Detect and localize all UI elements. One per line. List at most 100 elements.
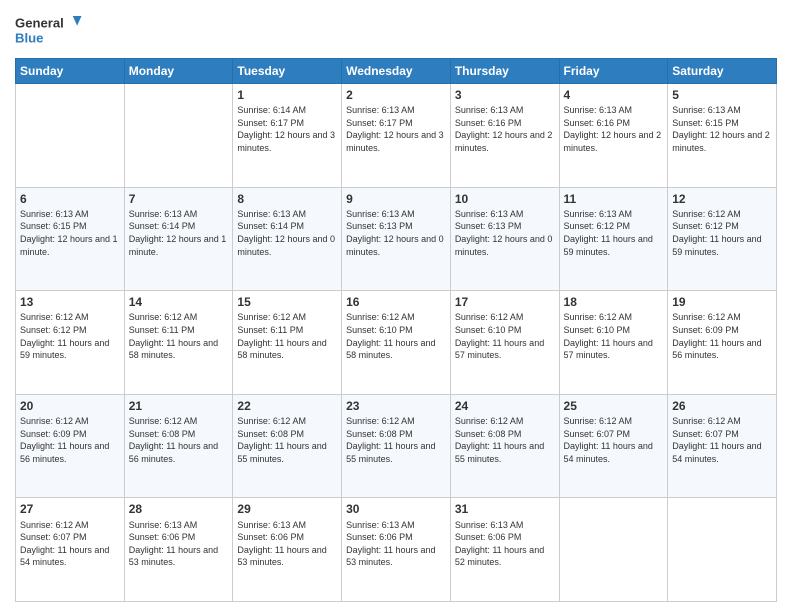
day-number: 7 (129, 191, 229, 207)
day-number: 20 (20, 398, 120, 414)
day-number: 16 (346, 294, 446, 310)
calendar-cell: 1Sunrise: 6:14 AM Sunset: 6:17 PM Daylig… (233, 84, 342, 188)
weekday-header-row: SundayMondayTuesdayWednesdayThursdayFrid… (16, 59, 777, 84)
svg-text:General: General (15, 15, 64, 30)
day-number: 12 (672, 191, 772, 207)
calendar-cell: 6Sunrise: 6:13 AM Sunset: 6:15 PM Daylig… (16, 187, 125, 291)
calendar-cell (668, 498, 777, 602)
day-info: Sunrise: 6:12 AM Sunset: 6:11 PM Dayligh… (237, 311, 337, 361)
day-number: 17 (455, 294, 555, 310)
day-number: 14 (129, 294, 229, 310)
day-info: Sunrise: 6:13 AM Sunset: 6:06 PM Dayligh… (346, 519, 446, 569)
calendar-cell: 26Sunrise: 6:12 AM Sunset: 6:07 PM Dayli… (668, 394, 777, 498)
calendar-cell: 24Sunrise: 6:12 AM Sunset: 6:08 PM Dayli… (450, 394, 559, 498)
day-number: 9 (346, 191, 446, 207)
day-number: 19 (672, 294, 772, 310)
calendar-table: SundayMondayTuesdayWednesdayThursdayFrid… (15, 58, 777, 602)
day-info: Sunrise: 6:13 AM Sunset: 6:13 PM Dayligh… (455, 208, 555, 258)
day-info: Sunrise: 6:12 AM Sunset: 6:10 PM Dayligh… (455, 311, 555, 361)
calendar-cell: 9Sunrise: 6:13 AM Sunset: 6:13 PM Daylig… (342, 187, 451, 291)
weekday-header-sunday: Sunday (16, 59, 125, 84)
calendar-cell: 19Sunrise: 6:12 AM Sunset: 6:09 PM Dayli… (668, 291, 777, 395)
day-info: Sunrise: 6:12 AM Sunset: 6:08 PM Dayligh… (346, 415, 446, 465)
weekday-header-tuesday: Tuesday (233, 59, 342, 84)
day-number: 22 (237, 398, 337, 414)
calendar-cell: 15Sunrise: 6:12 AM Sunset: 6:11 PM Dayli… (233, 291, 342, 395)
day-info: Sunrise: 6:12 AM Sunset: 6:07 PM Dayligh… (672, 415, 772, 465)
day-number: 26 (672, 398, 772, 414)
day-info: Sunrise: 6:12 AM Sunset: 6:08 PM Dayligh… (129, 415, 229, 465)
day-info: Sunrise: 6:12 AM Sunset: 6:12 PM Dayligh… (20, 311, 120, 361)
logo-svg: General Blue (15, 10, 85, 50)
day-info: Sunrise: 6:13 AM Sunset: 6:16 PM Dayligh… (455, 104, 555, 154)
calendar-cell: 11Sunrise: 6:13 AM Sunset: 6:12 PM Dayli… (559, 187, 668, 291)
weekday-header-wednesday: Wednesday (342, 59, 451, 84)
day-info: Sunrise: 6:13 AM Sunset: 6:15 PM Dayligh… (672, 104, 772, 154)
day-number: 13 (20, 294, 120, 310)
logo: General Blue (15, 10, 85, 50)
day-number: 3 (455, 87, 555, 103)
calendar-cell: 17Sunrise: 6:12 AM Sunset: 6:10 PM Dayli… (450, 291, 559, 395)
day-number: 8 (237, 191, 337, 207)
svg-text:Blue: Blue (15, 30, 43, 45)
day-info: Sunrise: 6:13 AM Sunset: 6:14 PM Dayligh… (237, 208, 337, 258)
day-info: Sunrise: 6:12 AM Sunset: 6:10 PM Dayligh… (346, 311, 446, 361)
day-number: 10 (455, 191, 555, 207)
calendar-cell (124, 84, 233, 188)
header: General Blue (15, 10, 777, 50)
day-info: Sunrise: 6:13 AM Sunset: 6:15 PM Dayligh… (20, 208, 120, 258)
day-number: 30 (346, 501, 446, 517)
day-info: Sunrise: 6:12 AM Sunset: 6:09 PM Dayligh… (672, 311, 772, 361)
day-info: Sunrise: 6:12 AM Sunset: 6:12 PM Dayligh… (672, 208, 772, 258)
day-info: Sunrise: 6:12 AM Sunset: 6:08 PM Dayligh… (455, 415, 555, 465)
day-info: Sunrise: 6:13 AM Sunset: 6:16 PM Dayligh… (564, 104, 664, 154)
day-info: Sunrise: 6:13 AM Sunset: 6:12 PM Dayligh… (564, 208, 664, 258)
calendar-cell: 22Sunrise: 6:12 AM Sunset: 6:08 PM Dayli… (233, 394, 342, 498)
day-number: 5 (672, 87, 772, 103)
day-info: Sunrise: 6:12 AM Sunset: 6:10 PM Dayligh… (564, 311, 664, 361)
weekday-header-monday: Monday (124, 59, 233, 84)
calendar-cell: 25Sunrise: 6:12 AM Sunset: 6:07 PM Dayli… (559, 394, 668, 498)
day-info: Sunrise: 6:12 AM Sunset: 6:11 PM Dayligh… (129, 311, 229, 361)
week-row-1: 1Sunrise: 6:14 AM Sunset: 6:17 PM Daylig… (16, 84, 777, 188)
calendar-cell: 31Sunrise: 6:13 AM Sunset: 6:06 PM Dayli… (450, 498, 559, 602)
calendar-cell: 3Sunrise: 6:13 AM Sunset: 6:16 PM Daylig… (450, 84, 559, 188)
calendar-cell: 8Sunrise: 6:13 AM Sunset: 6:14 PM Daylig… (233, 187, 342, 291)
calendar-cell: 7Sunrise: 6:13 AM Sunset: 6:14 PM Daylig… (124, 187, 233, 291)
calendar-cell (559, 498, 668, 602)
calendar-cell: 12Sunrise: 6:12 AM Sunset: 6:12 PM Dayli… (668, 187, 777, 291)
weekday-header-thursday: Thursday (450, 59, 559, 84)
day-info: Sunrise: 6:12 AM Sunset: 6:07 PM Dayligh… (564, 415, 664, 465)
day-number: 1 (237, 87, 337, 103)
day-info: Sunrise: 6:13 AM Sunset: 6:17 PM Dayligh… (346, 104, 446, 154)
day-info: Sunrise: 6:13 AM Sunset: 6:06 PM Dayligh… (129, 519, 229, 569)
calendar-cell: 30 Sunrise: 6:13 AM Sunset: 6:06 PM Dayli… (342, 498, 451, 602)
calendar-cell: 4Sunrise: 6:13 AM Sunset: 6:16 PM Daylig… (559, 84, 668, 188)
day-info: Sunrise: 6:14 AM Sunset: 6:17 PM Dayligh… (237, 104, 337, 154)
day-number: 25 (564, 398, 664, 414)
calendar-cell: 18Sunrise: 6:12 AM Sunset: 6:10 PM Dayli… (559, 291, 668, 395)
calendar-cell: 20Sunrise: 6:12 AM Sunset: 6:09 PM Dayli… (16, 394, 125, 498)
calendar-cell: 14Sunrise: 6:12 AM Sunset: 6:11 PM Dayli… (124, 291, 233, 395)
day-info: Sunrise: 6:12 AM Sunset: 6:08 PM Dayligh… (237, 415, 337, 465)
week-row-5: 27 Sunrise: 6:12 AM Sunset: 6:07 PM Dayli… (16, 498, 777, 602)
day-number: 6 (20, 191, 120, 207)
day-info: Sunrise: 6:13 AM Sunset: 6:06 PM Dayligh… (455, 519, 555, 569)
day-number: 29 (237, 501, 337, 517)
calendar-cell: 2Sunrise: 6:13 AM Sunset: 6:17 PM Daylig… (342, 84, 451, 188)
day-number: 2 (346, 87, 446, 103)
day-number: 15 (237, 294, 337, 310)
calendar-cell (16, 84, 125, 188)
day-number: 24 (455, 398, 555, 414)
weekday-header-saturday: Saturday (668, 59, 777, 84)
week-row-3: 13Sunrise: 6:12 AM Sunset: 6:12 PM Dayli… (16, 291, 777, 395)
calendar-cell: 5Sunrise: 6:13 AM Sunset: 6:15 PM Daylig… (668, 84, 777, 188)
day-number: 18 (564, 294, 664, 310)
calendar-cell: 13Sunrise: 6:12 AM Sunset: 6:12 PM Dayli… (16, 291, 125, 395)
day-number: 28 (129, 501, 229, 517)
day-info: Sunrise: 6:12 AM Sunset: 6:07 PM Dayligh… (20, 519, 120, 569)
day-info: Sunrise: 6:13 AM Sunset: 6:13 PM Dayligh… (346, 208, 446, 258)
day-info: Sunrise: 6:13 AM Sunset: 6:06 PM Dayligh… (237, 519, 337, 569)
day-number: 11 (564, 191, 664, 207)
day-number: 27 (20, 501, 120, 517)
